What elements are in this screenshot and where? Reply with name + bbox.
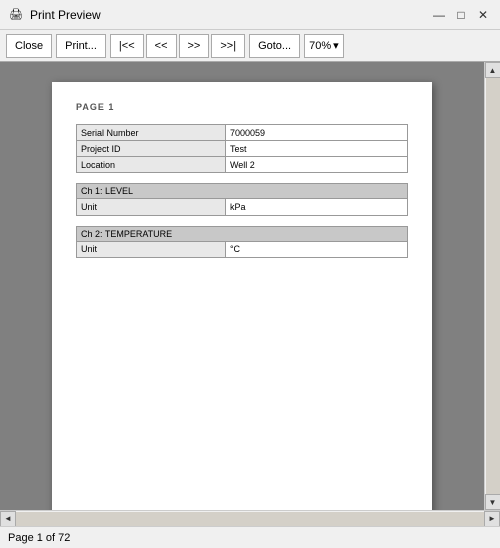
print-page: PAGE 1 Serial Number7000059Project IDTes… bbox=[52, 82, 432, 510]
status-text: Page 1 of 72 bbox=[8, 532, 70, 544]
right-scrollbar[interactable]: ▲ ▼ bbox=[484, 62, 500, 510]
main-area: PAGE 1 Serial Number7000059Project IDTes… bbox=[0, 62, 500, 510]
maximize-button[interactable]: □ bbox=[452, 6, 470, 24]
scroll-down-arrow[interactable]: ▼ bbox=[485, 494, 500, 510]
table-value-cell: Well 2 bbox=[225, 157, 407, 173]
table-row: LocationWell 2 bbox=[77, 157, 408, 173]
nav-group: |<< << >> >>| bbox=[110, 34, 245, 58]
title-bar: 🖨 Print Preview — □ ✕ bbox=[0, 0, 500, 30]
scroll-right-arrow[interactable]: ► bbox=[484, 511, 500, 527]
hscroll-track[interactable] bbox=[16, 512, 484, 526]
page-label: PAGE 1 bbox=[76, 102, 408, 112]
table-label-cell: Location bbox=[77, 157, 226, 173]
print-button[interactable]: Print... bbox=[56, 34, 106, 58]
table-value-cell: kPa bbox=[225, 199, 407, 215]
nav-prev-button[interactable]: << bbox=[146, 34, 177, 58]
table-row: Serial Number7000059 bbox=[77, 125, 408, 141]
toolbar: Close Print... |<< << >> >>| Goto... 70%… bbox=[0, 30, 500, 62]
bottom-scrollbar[interactable]: ◄ ► bbox=[0, 510, 500, 526]
nav-next-button[interactable]: >> bbox=[179, 34, 210, 58]
sections-container: Ch 1: LEVELUnitkPaCh 2: TEMPERATUREUnit°… bbox=[76, 183, 408, 258]
table-row: UnitkPa bbox=[77, 199, 408, 215]
title-bar-left: 🖨 Print Preview bbox=[8, 7, 101, 23]
window-title: Print Preview bbox=[30, 8, 101, 22]
printer-icon: 🖨 bbox=[8, 7, 24, 23]
info-table: Serial Number7000059Project IDTestLocati… bbox=[76, 124, 408, 173]
table-value-cell: Test bbox=[225, 141, 407, 157]
dropdown-arrow-icon: ▾ bbox=[333, 39, 339, 52]
section-table: Unit°C bbox=[76, 242, 408, 259]
table-row: Unit°C bbox=[77, 242, 408, 258]
minimize-button[interactable]: — bbox=[430, 6, 448, 24]
scroll-track[interactable] bbox=[486, 78, 500, 494]
scroll-up-arrow[interactable]: ▲ bbox=[485, 62, 500, 78]
section-header: Ch 1: LEVEL bbox=[76, 183, 408, 199]
table-label-cell: Serial Number bbox=[77, 125, 226, 141]
zoom-dropdown[interactable]: 70% ▾ bbox=[304, 34, 344, 58]
goto-button[interactable]: Goto... bbox=[249, 34, 300, 58]
section-header: Ch 2: TEMPERATURE bbox=[76, 226, 408, 242]
table-label-cell: Unit bbox=[77, 199, 226, 215]
table-value-cell: °C bbox=[225, 242, 407, 258]
zoom-value: 70% bbox=[309, 40, 331, 52]
nav-last-button[interactable]: >>| bbox=[211, 34, 245, 58]
close-window-button[interactable]: ✕ bbox=[474, 6, 492, 24]
scroll-left-arrow[interactable]: ◄ bbox=[0, 511, 16, 527]
close-button[interactable]: Close bbox=[6, 34, 52, 58]
title-bar-controls: — □ ✕ bbox=[430, 6, 492, 24]
table-value-cell: 7000059 bbox=[225, 125, 407, 141]
section-table: UnitkPa bbox=[76, 199, 408, 216]
table-label-cell: Unit bbox=[77, 242, 226, 258]
nav-first-button[interactable]: |<< bbox=[110, 34, 144, 58]
table-row: Project IDTest bbox=[77, 141, 408, 157]
table-label-cell: Project ID bbox=[77, 141, 226, 157]
status-bar: Page 1 of 72 bbox=[0, 526, 500, 548]
preview-area[interactable]: PAGE 1 Serial Number7000059Project IDTes… bbox=[0, 62, 484, 510]
